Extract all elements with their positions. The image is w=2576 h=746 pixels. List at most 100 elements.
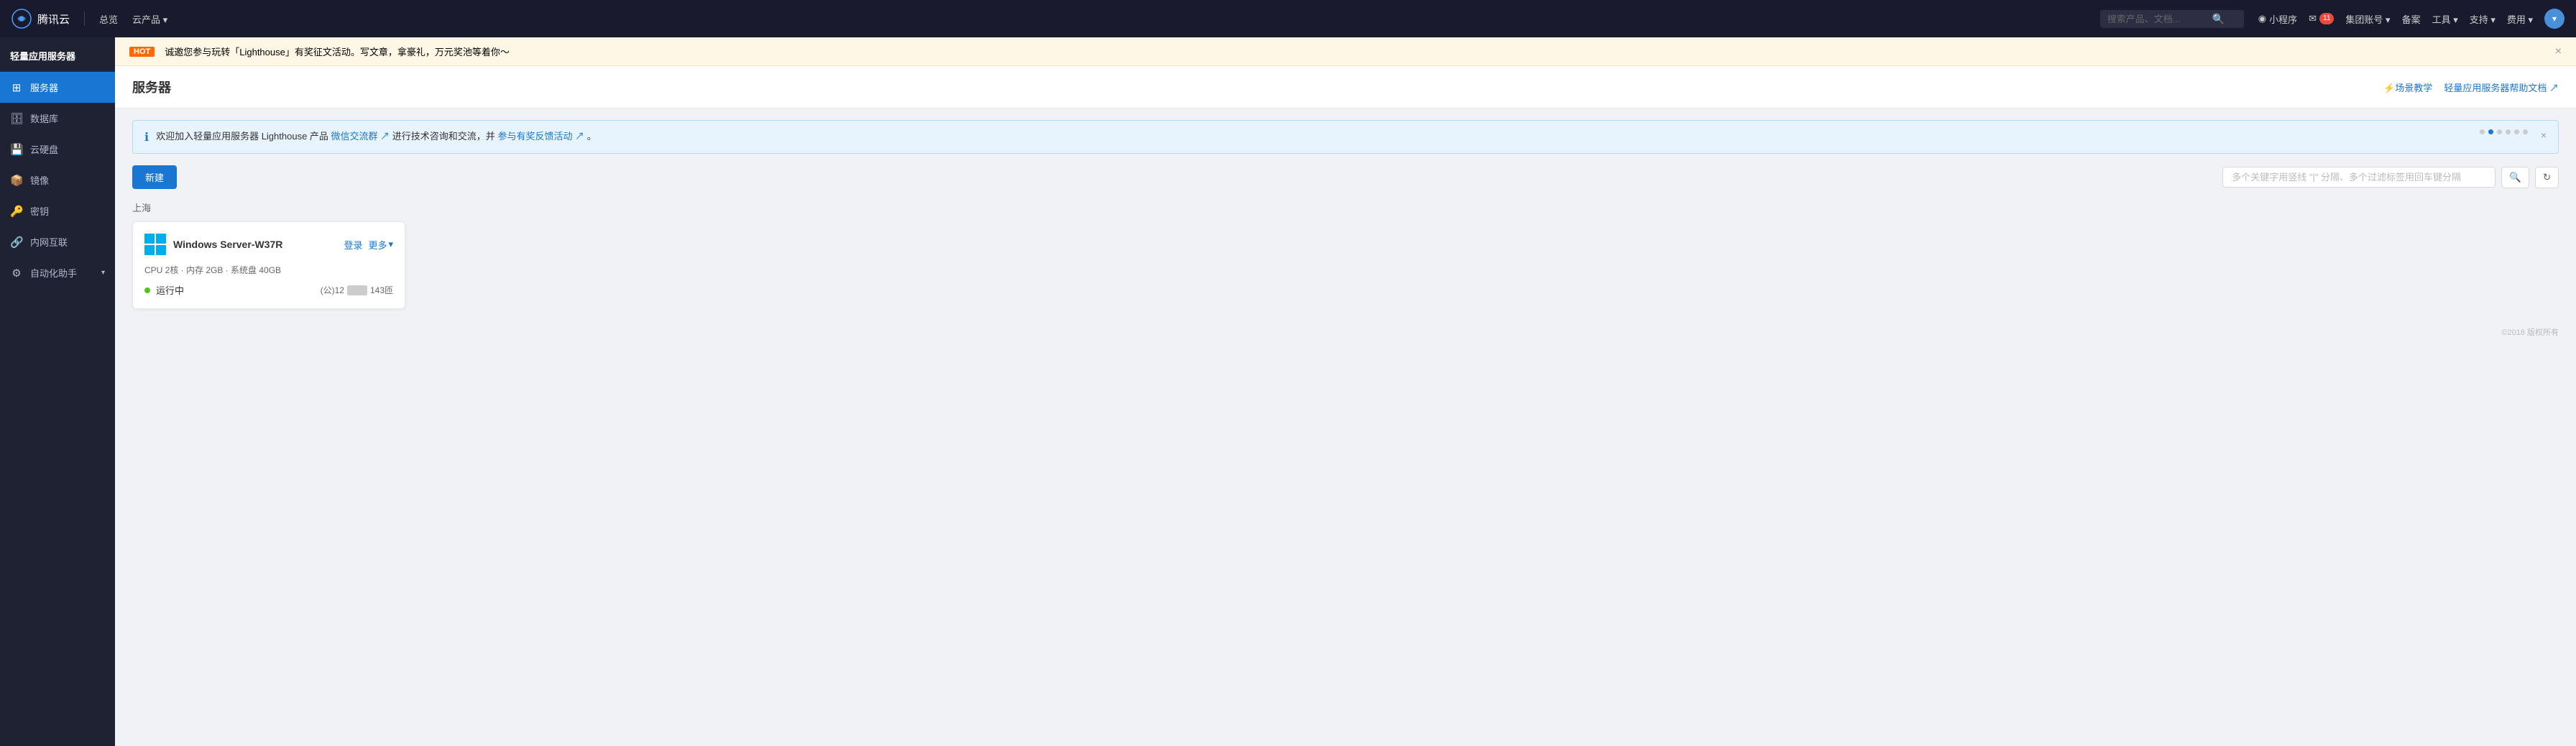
sidebar-item-key[interactable]: 🔑 密钥 — [0, 195, 115, 226]
sidebar-item-mirror[interactable]: 📦 镜像 — [0, 165, 115, 195]
banner-text: 诚邀您参与玩转「Lighthouse」有奖征文活动。写文章，拿豪礼，万元奖池等着… — [165, 45, 510, 58]
sidebar-item-server[interactable]: ⊞ 服务器 — [0, 72, 115, 103]
database-icon: 🗄 — [10, 112, 23, 125]
info-icon: ℹ — [144, 130, 149, 144]
sidebar-label-server: 服务器 — [30, 80, 58, 94]
server-icon: ⊞ — [10, 81, 23, 94]
server-card[interactable]: Windows Server-W37R 登录 更多 ▾ CPU 2核 · 内存 … — [132, 221, 405, 309]
support-btn[interactable]: 支持 ▾ — [2470, 12, 2496, 26]
tools-btn[interactable]: 工具 ▾ — [2432, 12, 2458, 26]
info-link2[interactable]: 参与有奖反馈活动 ↗ — [497, 131, 584, 142]
hot-badge: HOT — [129, 47, 155, 57]
dot-4 — [2506, 129, 2511, 134]
dot-1 — [2480, 129, 2485, 134]
search-input[interactable] — [2107, 14, 2208, 24]
mini-program-icon: ◉ — [2258, 13, 2266, 24]
server-ip: (公)12 ····· 143匝 — [321, 284, 393, 296]
page-header: 服务器 ⚡场景教学 轻量应用服务器帮助文档 ↗ — [115, 66, 2576, 109]
mini-program-label: 小程序 — [2269, 12, 2297, 26]
sidebar-item-database[interactable]: 🗄 数据库 — [0, 103, 115, 134]
sidebar-label-disk: 云硬盘 — [30, 142, 58, 156]
backup-btn[interactable]: 备案 — [2402, 12, 2421, 26]
sidebar-label-mirror: 镜像 — [30, 173, 49, 187]
nav-cloud-products[interactable]: 云产品 ▾ — [132, 12, 167, 26]
info-text-suffix: 。 — [587, 131, 597, 142]
toolbar: 新建 🔍 ↻ — [132, 165, 2559, 189]
search-filter: 🔍 ↻ — [185, 167, 2559, 188]
server-login-btn[interactable]: 登录 — [344, 238, 362, 252]
info-text-prefix: 欢迎加入轻量应用服务器 Lighthouse 产品 — [156, 131, 328, 142]
info-link1[interactable]: 微信交流群 ↗ — [331, 131, 390, 142]
dot-3 — [2497, 129, 2502, 134]
group-account-btn[interactable]: 集团账号 ▾ — [2345, 12, 2390, 26]
windows-os-icon — [144, 234, 166, 255]
ip-prefix: (公)12 — [321, 284, 344, 296]
ip-suffix: 143匝 — [370, 284, 393, 296]
sidebar-item-disk[interactable]: 💾 云硬盘 — [0, 134, 115, 165]
network-icon: 🔗 — [10, 236, 23, 249]
server-spec: CPU 2核 · 内存 2GB · 系统盘 40GB — [144, 264, 393, 276]
ip-masked: ····· — [347, 285, 367, 295]
server-card-header: Windows Server-W37R 登录 更多 ▾ — [144, 234, 393, 255]
global-search[interactable]: 🔍 — [2100, 10, 2244, 28]
footer-text: ©2018 版权所有 — [2501, 328, 2559, 337]
content-area: ℹ 欢迎加入轻量应用服务器 Lighthouse 产品 微信交流群 ↗ 进行技术… — [115, 109, 2576, 321]
page-title: 服务器 — [132, 78, 2383, 96]
dot-6 — [2523, 129, 2528, 134]
main-content: HOT 诚邀您参与玩转「Lighthouse」有奖征文活动。写文章，拿豪礼，万元… — [115, 37, 2576, 746]
sidebar-item-auto[interactable]: ⚙ 自动化助手 ▾ — [0, 257, 115, 288]
nav-overview[interactable]: 总览 — [99, 12, 118, 26]
mirror-icon: 📦 — [10, 174, 23, 187]
server-status-text: 运行中 — [156, 283, 184, 297]
sidebar: 轻量应用服务器 ⊞ 服务器 🗄 数据库 💾 云硬盘 📦 镜像 🔑 密钥 🔗 内网… — [0, 37, 115, 746]
new-server-button[interactable]: 新建 — [132, 165, 177, 189]
info-close-btn[interactable]: × — [2541, 129, 2547, 141]
dot-2 — [2488, 129, 2493, 134]
avatar[interactable]: ▾ — [2544, 9, 2564, 29]
info-text-mid: 进行技术咨询和交流，并 — [392, 131, 495, 142]
doc-link[interactable]: 轻量应用服务器帮助文档 ↗ — [2444, 80, 2559, 94]
mail-icon: ✉ — [2309, 13, 2317, 24]
status-dot-running — [144, 287, 150, 293]
sidebar-label-database: 数据库 — [30, 111, 58, 125]
fee-btn[interactable]: 费用 ▾ — [2507, 12, 2533, 26]
filter-input[interactable] — [2222, 167, 2496, 188]
auto-expand-icon: ▾ — [101, 269, 105, 277]
dot-5 — [2514, 129, 2519, 134]
page-header-actions: ⚡场景教学 轻量应用服务器帮助文档 ↗ — [2383, 80, 2559, 94]
server-more-btn[interactable]: 更多 ▾ — [368, 238, 393, 252]
server-status-row: 运行中 (公)12 ····· 143匝 — [144, 283, 393, 297]
more-arrow-icon: ▾ — [388, 239, 393, 250]
more-label: 更多 — [368, 238, 387, 252]
app-layout: 轻量应用服务器 ⊞ 服务器 🗄 数据库 💾 云硬盘 📦 镜像 🔑 密钥 🔗 内网… — [0, 37, 2576, 746]
avatar-arrow: ▾ — [2552, 14, 2557, 24]
top-navigation: 腾讯云 总览 云产品 ▾ 🔍 ◉ 小程序 ✉ 11 集团账号 ▾ 备案 工具 ▾… — [0, 0, 2576, 37]
mail-badge: 11 — [2319, 13, 2334, 24]
key-icon: 🔑 — [10, 205, 23, 218]
logo-text: 腾讯云 — [37, 11, 70, 27]
nav-divider — [84, 11, 85, 26]
sidebar-item-network[interactable]: 🔗 内网互联 — [0, 226, 115, 257]
server-actions: 登录 更多 ▾ — [344, 238, 393, 252]
server-name: Windows Server-W37R — [173, 239, 336, 250]
page-footer: ©2018 版权所有 — [115, 321, 2576, 344]
sidebar-label-auto: 自动化助手 — [30, 266, 77, 280]
refresh-button[interactable]: ↻ — [2535, 167, 2559, 188]
sidebar-title: 轻量应用服务器 — [0, 37, 115, 72]
mini-program-btn[interactable]: ◉ 小程序 — [2258, 12, 2297, 26]
search-icon: 🔍 — [2212, 13, 2225, 25]
auto-icon: ⚙ — [10, 267, 23, 280]
banner-close-btn[interactable]: × — [2555, 45, 2562, 58]
region-label: 上海 — [132, 201, 2559, 214]
disk-icon: 💾 — [10, 143, 23, 156]
mail-btn[interactable]: ✉ 11 — [2309, 13, 2334, 24]
scene-teach-link[interactable]: ⚡场景教学 — [2383, 80, 2432, 94]
announcement-banner: HOT 诚邀您参与玩转「Lighthouse」有奖征文活动。写文章，拿豪礼，万元… — [115, 37, 2576, 66]
sidebar-label-network: 内网互联 — [30, 235, 68, 249]
info-pagination-dots — [2480, 129, 2528, 134]
filter-search-button[interactable]: 🔍 — [2501, 167, 2529, 188]
top-right-actions: ◉ 小程序 ✉ 11 集团账号 ▾ 备案 工具 ▾ 支持 ▾ 费用 ▾ ▾ — [2258, 9, 2564, 29]
info-text: 欢迎加入轻量应用服务器 Lighthouse 产品 微信交流群 ↗ 进行技术咨询… — [156, 129, 2472, 144]
sidebar-label-key: 密钥 — [30, 204, 49, 218]
logo[interactable]: 腾讯云 — [12, 9, 70, 29]
